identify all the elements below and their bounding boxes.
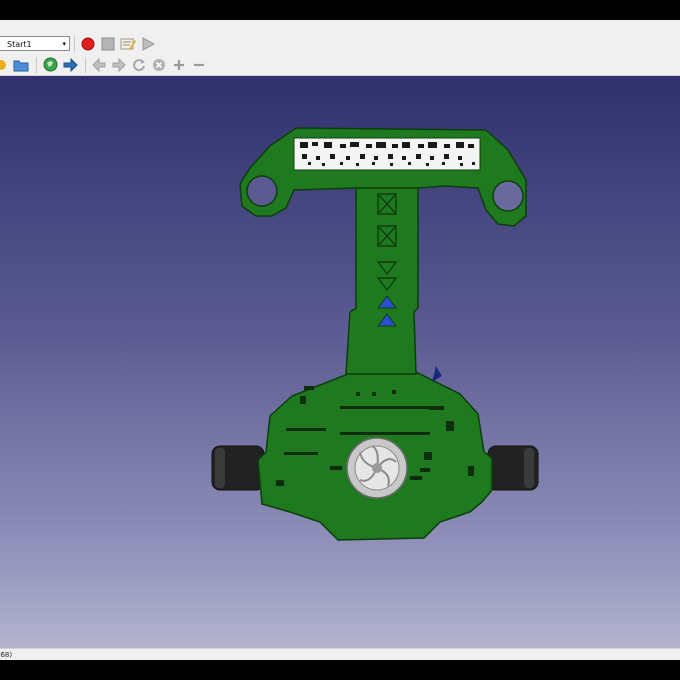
record-icon [81,37,95,50]
stop-icon [101,37,115,50]
nav-back-button[interactable] [90,56,108,74]
right-wheel-rim [524,448,534,488]
nav-forward-icon [112,57,126,72]
left-mounting-hole [246,175,278,207]
refresh-icon [133,58,145,71]
macro-selector-value: Start1 [7,40,32,49]
side-component [432,366,442,382]
nav-forward-button[interactable] [110,56,128,74]
forward-arrow-icon [63,57,78,72]
edit-macro-button[interactable] [119,35,137,53]
toolbar-separator [74,35,75,52]
pcb-neck [345,187,419,375]
zoom-in-icon [174,59,184,70]
zoom-out-button[interactable] [190,56,208,74]
start-page-button[interactable] [41,56,59,74]
macro-toolbar: Start1 ▾ [0,33,680,55]
status-text: 468) [0,651,13,659]
folder-icon [0,59,6,70]
toolbar-separator [85,56,86,73]
macro-run-icon [142,36,155,51]
web-toolbar [0,54,680,76]
macro-edit-icon [120,38,136,50]
left-wheel-rim [215,448,225,488]
right-mounting-hole [492,180,524,212]
go-forward-button[interactable] [61,56,79,74]
fan-hub [372,463,382,473]
sensor-strip [293,137,481,171]
stop-macro-button[interactable] [99,35,117,53]
web-home-icon [43,57,57,72]
status-bar: 468) [0,648,680,660]
open-button[interactable] [0,56,10,74]
browse-button[interactable] [12,56,30,74]
chevron-down-icon: ▾ [62,40,66,48]
run-macro-button[interactable] [139,35,157,53]
macro-selector[interactable]: Start1 ▾ [0,36,70,51]
refresh-button[interactable] [130,56,148,74]
nav-back-icon [92,57,106,72]
zoom-out-icon [194,63,204,66]
stop-loading-icon [153,58,165,71]
record-macro-button[interactable] [79,35,97,53]
application-window: Start1 ▾ 68) [0,20,680,660]
folder-icon [13,60,29,71]
stop-loading-button[interactable] [150,56,168,74]
pcb-3d-model[interactable] [0,76,680,648]
3d-viewport[interactable] [0,76,680,648]
toolbar-separator [36,56,37,73]
zoom-in-button[interactable] [170,56,188,74]
